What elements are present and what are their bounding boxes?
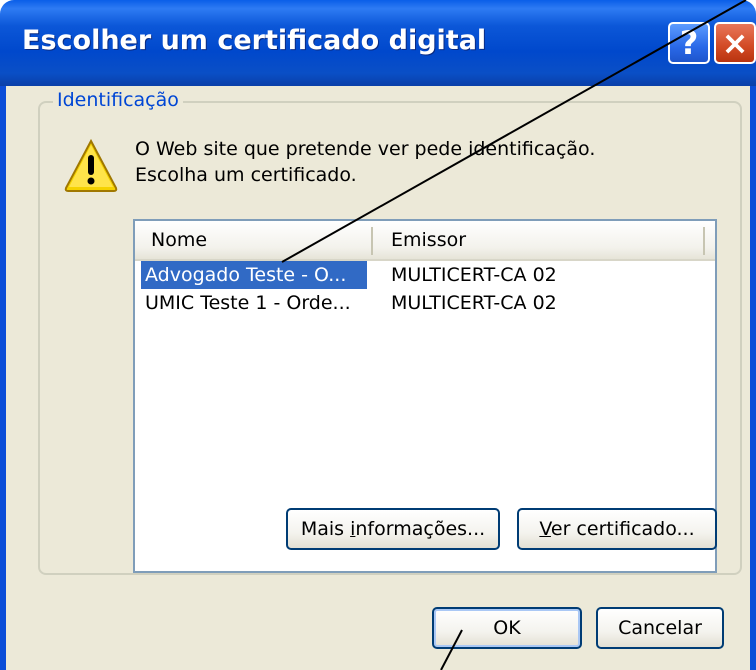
request-message: O Web site que pretende ver pede identif…	[135, 136, 595, 188]
view-cert-accel: V	[539, 518, 551, 540]
table-row[interactable]: UMIC Teste 1 - Orde... MULTICERT-CA 02	[135, 289, 715, 317]
list-header: Nome Emissor	[135, 221, 715, 261]
title-bar[interactable]: Escolher um certificado digital ? ×	[0, 0, 756, 86]
message-line-1: O Web site que pretende ver pede identif…	[135, 138, 596, 160]
cell-nome[interactable]: Advogado Teste - O...	[141, 261, 367, 289]
more-info-button[interactable]: Mais informações...	[286, 508, 500, 550]
certificate-dialog: Escolher um certificado digital ? × Iden…	[0, 0, 756, 670]
more-info-label-rest: nformações...	[355, 518, 486, 540]
view-cert-label-rest: er certificado...	[550, 518, 695, 540]
column-divider[interactable]	[703, 227, 705, 255]
more-info-label: Mais	[300, 518, 351, 540]
warning-icon	[64, 138, 118, 192]
view-certificate-button[interactable]: Ver certificado...	[517, 508, 717, 550]
dialog-client-area: Identificação O Web site que pretende ve…	[6, 86, 750, 670]
cell-emissor[interactable]: MULTICERT-CA 02	[391, 289, 557, 317]
column-header-nome[interactable]: Nome	[151, 221, 207, 259]
dialog-title: Escolher um certificado digital	[22, 25, 487, 56]
table-row[interactable]: Advogado Teste - O... MULTICERT-CA 02	[135, 261, 715, 289]
groupbox-legend: Identificação	[53, 89, 183, 111]
column-header-emissor[interactable]: Emissor	[391, 221, 466, 259]
message-line-2: Escolha um certificado.	[135, 164, 357, 186]
ok-button[interactable]: OK	[432, 607, 582, 649]
cell-nome[interactable]: UMIC Teste 1 - Orde...	[145, 289, 351, 317]
cell-emissor[interactable]: MULTICERT-CA 02	[391, 261, 557, 289]
column-divider[interactable]	[371, 227, 373, 255]
window-frame: Identificação O Web site que pretende ve…	[0, 86, 756, 670]
close-icon[interactable]: ×	[714, 22, 756, 64]
help-icon[interactable]: ?	[668, 22, 710, 64]
cancel-button[interactable]: Cancelar	[596, 607, 724, 649]
